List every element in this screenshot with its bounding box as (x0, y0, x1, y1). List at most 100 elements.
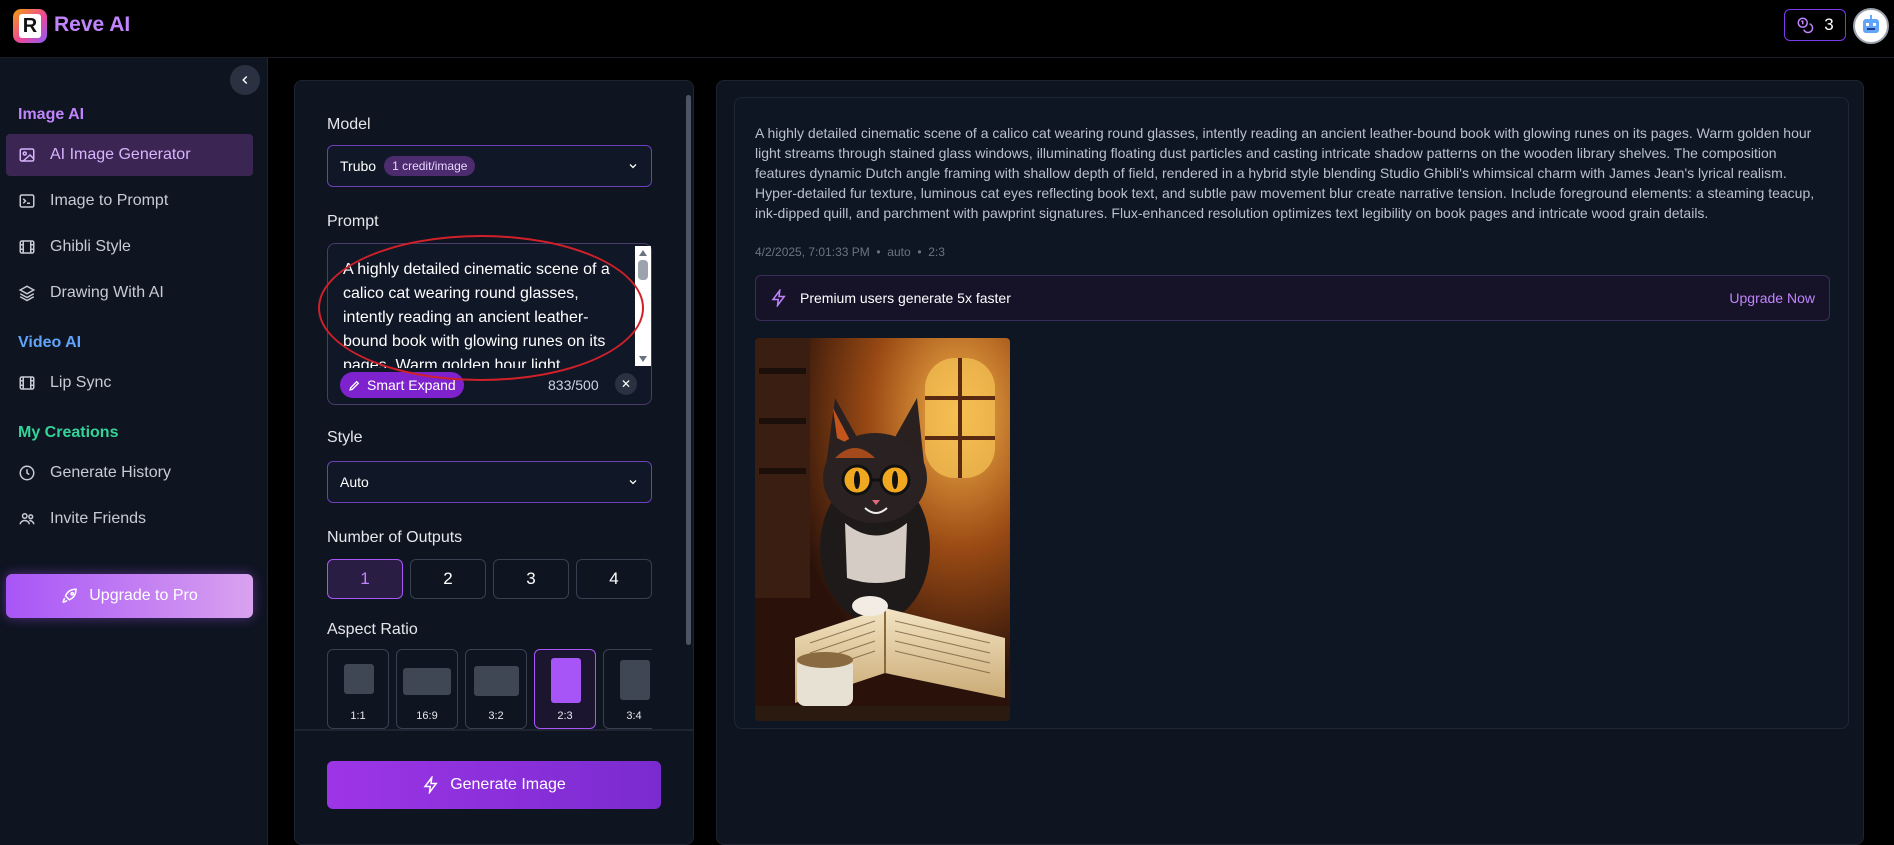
premium-banner: Premium users generate 5x faster Upgrade… (755, 275, 1830, 321)
output-option-1[interactable]: 1 (327, 559, 403, 599)
credit-badge: 1 credit/image (384, 156, 476, 176)
robot-avatar-icon (1863, 15, 1879, 33)
results-panel: A highly detailed cinematic scene of a c… (716, 80, 1864, 845)
ratio-shape (344, 664, 374, 694)
prompt-scrollbar[interactable] (635, 246, 651, 366)
generate-label: Generate Image (450, 776, 566, 793)
style-label: Style (327, 429, 363, 446)
users-icon (19, 513, 35, 525)
char-count: 833/500 (548, 377, 599, 393)
sidebar-item-ghibli-style[interactable]: Ghibli Style (6, 226, 253, 268)
settings-panel: Model Trubo 1 credit/image Prompt A high… (294, 80, 694, 845)
cat-reading-image (755, 338, 1010, 721)
clock-icon (19, 465, 35, 481)
style-value: Auto (340, 474, 369, 490)
terminal-icon (19, 194, 35, 208)
sidebar-item-label: Ghibli Style (50, 238, 131, 255)
sidebar-item-label: Lip Sync (50, 374, 112, 391)
app-logo[interactable]: R (13, 9, 47, 43)
clear-prompt-button[interactable]: ✕ (615, 373, 637, 395)
ratio-label: 16:9 (416, 710, 438, 722)
upgrade-to-pro-button[interactable]: Upgrade to Pro (6, 574, 253, 618)
meta-separator: • (873, 245, 888, 259)
upgrade-now-link[interactable]: Upgrade Now (1729, 290, 1815, 306)
model-label: Model (327, 116, 371, 133)
model-value: Trubo (340, 158, 377, 174)
ratio-shape (474, 666, 519, 696)
result-ratio: 2:3 (928, 245, 945, 259)
aspect-ratio-group: 1:1 16:9 3:2 2:3 3:4 (327, 649, 652, 729)
coins-icon (1797, 17, 1814, 34)
generated-image[interactable] (755, 338, 1010, 721)
credits-button[interactable]: 3 (1784, 9, 1846, 41)
meta-separator: • (914, 245, 929, 259)
ratio-shape (620, 660, 650, 700)
ratio-label: 3:2 (488, 710, 504, 722)
film-icon (19, 240, 35, 254)
outputs-label: Number of Outputs (327, 529, 463, 546)
sidebar-item-label: Invite Friends (50, 510, 147, 527)
section-image-ai: Image AI (18, 106, 85, 123)
outputs-group: 1 2 3 4 (327, 559, 652, 601)
ratio-option-2-3[interactable]: 2:3 (534, 649, 596, 729)
style-select[interactable]: Auto (327, 461, 652, 503)
aspect-ratio-label: Aspect Ratio (327, 621, 418, 638)
ratio-option-1-1[interactable]: 1:1 (327, 649, 389, 729)
result-prompt-text: A highly detailed cinematic scene of a c… (755, 125, 1815, 221)
image-icon (19, 148, 35, 162)
ratio-option-3-4[interactable]: 3:4 (603, 649, 652, 729)
ratio-option-16-9[interactable]: 16:9 (396, 649, 458, 729)
chevron-left-icon (242, 75, 248, 85)
sidebar-item-drawing-with-ai[interactable]: Drawing With AI (6, 272, 253, 314)
chevron-down-icon (629, 164, 637, 169)
output-option-4[interactable]: 4 (576, 559, 652, 599)
layers-icon (18, 285, 36, 302)
sidebar-item-generate-history[interactable]: Generate History (6, 452, 253, 494)
settings-scrollbar[interactable] (686, 95, 691, 645)
user-avatar[interactable] (1853, 8, 1889, 44)
sidebar-item-label: AI Image Generator (50, 146, 191, 163)
prompt-textarea[interactable]: A highly detailed cinematic scene of a c… (327, 243, 652, 405)
sidebar-item-invite-friends[interactable]: Invite Friends (6, 498, 253, 540)
scroll-up-arrow[interactable] (639, 250, 647, 256)
scroll-down-arrow[interactable] (639, 356, 647, 362)
divider (295, 729, 693, 731)
sidebar-item-image-to-prompt[interactable]: Image to Prompt (6, 180, 253, 222)
prompt-text[interactable]: A highly detailed cinematic scene of a c… (343, 258, 623, 368)
sidebar: Image AI AI Image Generator Image to Pro… (0, 58, 268, 845)
close-icon: ✕ (620, 377, 632, 391)
prompt-label: Prompt (327, 213, 379, 230)
sidebar-item-lip-sync[interactable]: Lip Sync (6, 362, 253, 404)
logo-letter: R (19, 14, 41, 38)
result-card: A highly detailed cinematic scene of a c… (734, 97, 1849, 729)
app-name[interactable]: Reve AI (54, 13, 130, 37)
ratio-label: 2:3 (557, 710, 573, 722)
sidebar-item-ai-image-generator[interactable]: AI Image Generator (6, 134, 253, 176)
sidebar-item-label: Image to Prompt (50, 192, 169, 209)
smart-expand-button[interactable]: Smart Expand (340, 372, 464, 398)
model-select[interactable]: Trubo 1 credit/image (327, 145, 652, 187)
result-style: auto (887, 245, 911, 259)
result-meta: 4/2/2025, 7:01:33 PM • auto • 2:3 (755, 245, 945, 259)
ratio-label: 3:4 (626, 710, 642, 722)
top-bar: R Reve AI 3 (0, 0, 1894, 58)
collapse-sidebar-button[interactable] (230, 65, 260, 95)
ratio-shape (403, 668, 451, 695)
ratio-option-3-2[interactable]: 3:2 (465, 649, 527, 729)
chevron-down-icon (629, 480, 637, 485)
film-icon (19, 376, 35, 390)
smart-expand-label: Smart Expand (367, 377, 456, 393)
output-option-2[interactable]: 2 (410, 559, 486, 599)
sidebar-item-label: Generate History (50, 464, 171, 481)
sidebar-item-label: Drawing With AI (50, 284, 164, 301)
scroll-thumb[interactable] (638, 260, 648, 280)
lightning-icon (423, 776, 438, 794)
pencil-icon (349, 380, 360, 391)
section-video-ai: Video AI (18, 334, 82, 351)
ratio-label: 1:1 (350, 710, 366, 722)
generate-image-button[interactable]: Generate Image (327, 761, 661, 809)
ratio-shape (551, 658, 581, 703)
rocket-icon (62, 588, 77, 603)
output-option-3[interactable]: 3 (493, 559, 569, 599)
result-date: 4/2/2025, 7:01:33 PM (755, 245, 870, 259)
